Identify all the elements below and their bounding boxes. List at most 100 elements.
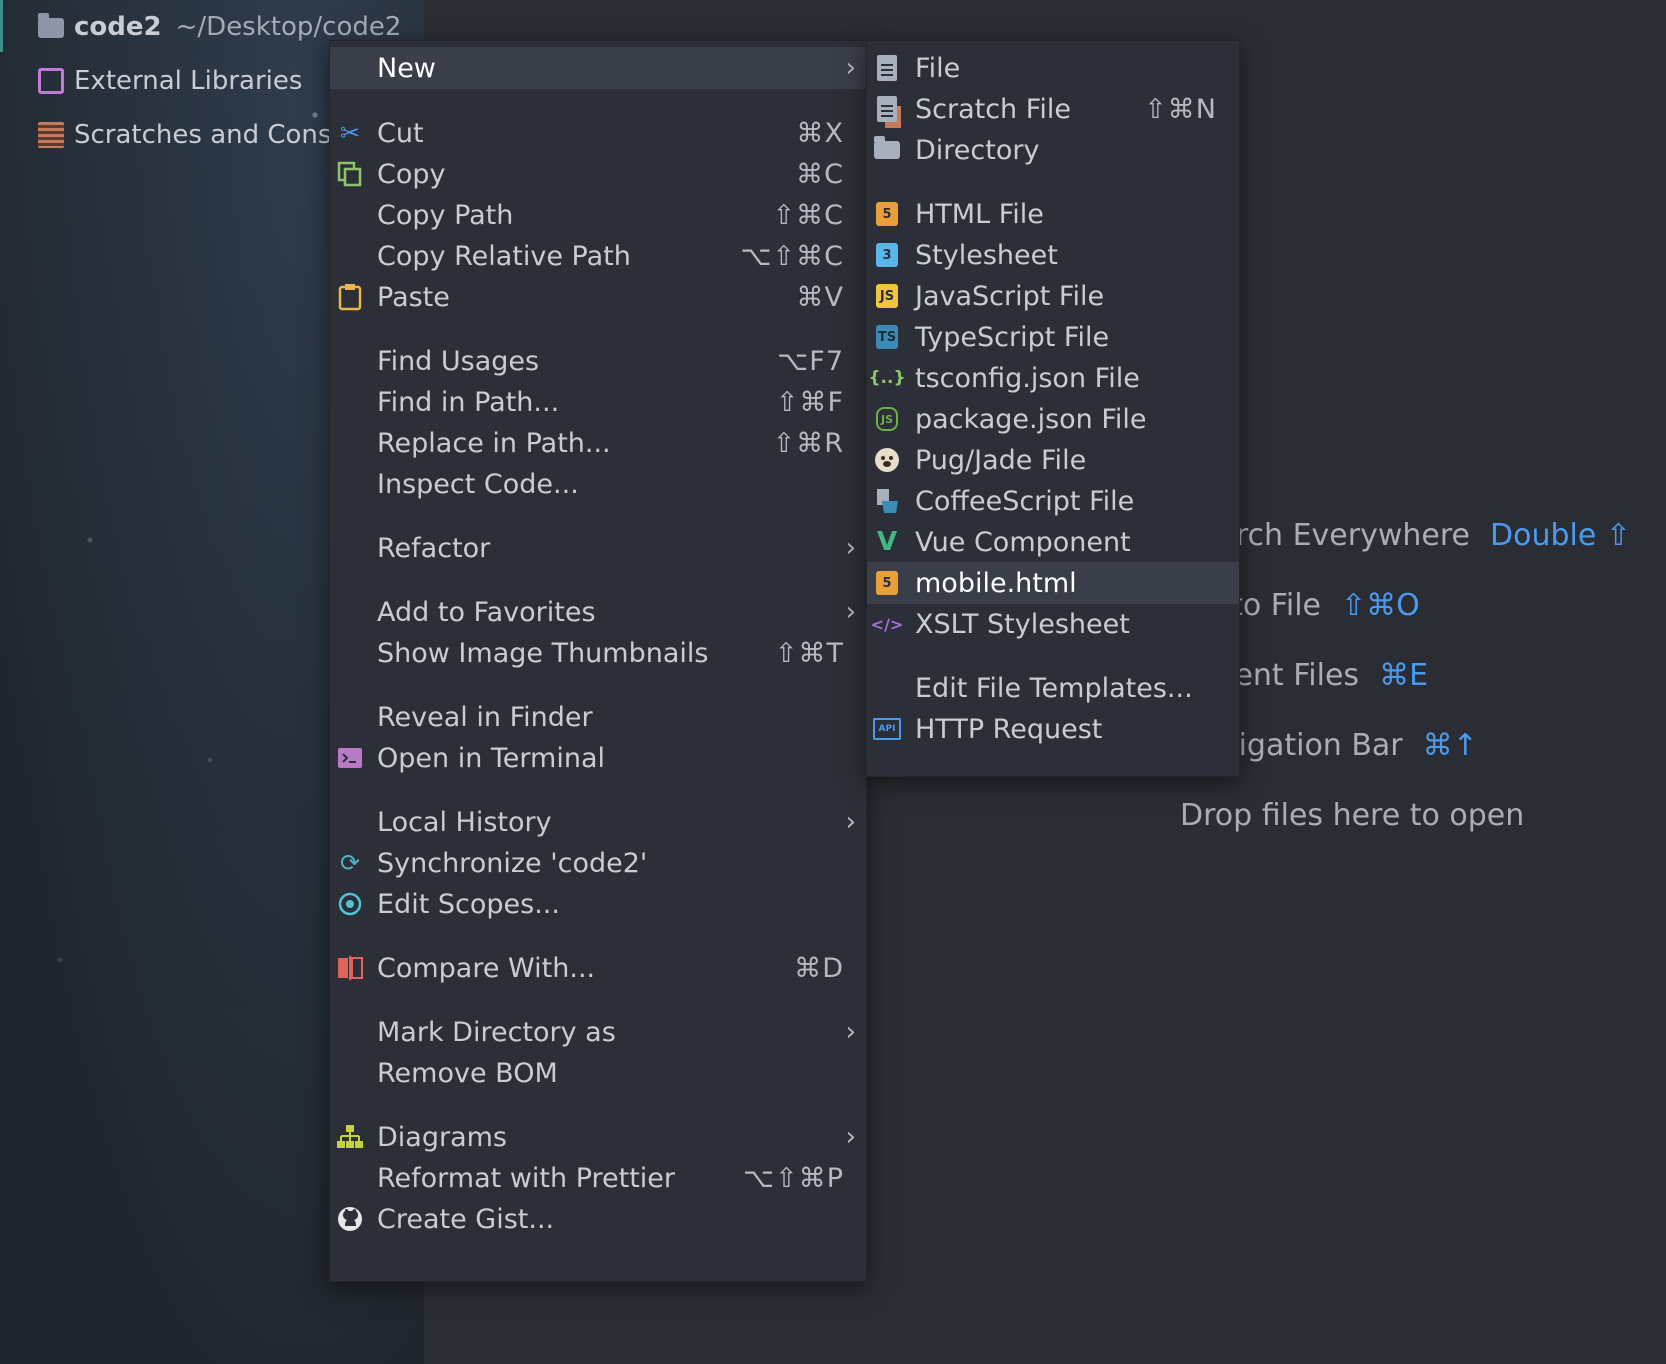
submenu-item-label: File (915, 52, 961, 84)
menu-item-label: Synchronize 'code2' (377, 847, 648, 879)
submenu-item-edit-file-templates[interactable]: Edit File Templates... (867, 667, 1239, 709)
menu-item-new[interactable]: New › (330, 47, 866, 89)
submenu-item-label: Edit File Templates... (915, 672, 1193, 704)
tree-root-code2[interactable]: code2 ~/Desktop/code2 (38, 12, 401, 42)
submenu-item-vue-component[interactable]: V Vue Component (867, 521, 1239, 563)
menu-item-label: Add to Favorites (377, 596, 596, 628)
clipboard-icon (336, 283, 364, 311)
menu-item-find-usages[interactable]: Find Usages ⌥F7 (330, 340, 866, 382)
submenu-item-package-json[interactable]: JS package.json File (867, 398, 1239, 440)
menu-item-find-in-path[interactable]: Find in Path... ⇧⌘F (330, 381, 866, 423)
submenu-arrow-icon: › (845, 53, 856, 83)
menu-item-shortcut: ⌥⇧⌘C (740, 240, 844, 272)
menu-item-refactor[interactable]: Refactor › (330, 527, 866, 569)
hint-key: Double ⇧ (1490, 518, 1631, 553)
submenu-item-javascript-file[interactable]: JS JavaScript File (867, 275, 1239, 317)
menu-item-compare-with[interactable]: Compare With... ⌘D (330, 947, 866, 989)
submenu-arrow-icon: › (845, 597, 856, 627)
menu-item-reformat-prettier[interactable]: Reformat with Prettier ⌥⇧⌘P (330, 1157, 866, 1199)
folder-icon (873, 136, 901, 164)
hint-search-everywhere: Search Everywhere Double ⇧ (1180, 518, 1631, 553)
menu-item-cut[interactable]: ✂ Cut ⌘X (330, 112, 866, 154)
submenu-item-mobile-html[interactable]: 5 mobile.html (867, 562, 1239, 604)
menu-item-open-in-terminal[interactable]: Open in Terminal (330, 737, 866, 779)
menu-item-label: Copy Path (377, 199, 514, 231)
submenu-item-tsconfig[interactable]: {..} tsconfig.json File (867, 357, 1239, 399)
submenu-item-directory[interactable]: Directory (867, 129, 1239, 171)
submenu-item-label: JavaScript File (915, 280, 1105, 312)
menu-item-label: New (377, 52, 436, 84)
menu-item-label: Copy (377, 158, 446, 190)
menu-item-shortcut: ⌘C (796, 158, 844, 190)
scratch-file-icon (873, 95, 901, 123)
menu-item-synchronize[interactable]: ⟳ Synchronize 'code2' (330, 842, 866, 884)
submenu-item-label: Vue Component (915, 526, 1131, 558)
vue-icon: V (876, 527, 898, 557)
library-icon (38, 68, 64, 94)
menu-item-reveal-in-finder[interactable]: Reveal in Finder (330, 696, 866, 738)
folder-icon (38, 13, 64, 38)
submenu-item-typescript-file[interactable]: TS TypeScript File (867, 316, 1239, 358)
menu-item-remove-bom[interactable]: Remove BOM (330, 1052, 866, 1094)
submenu-item-label: Stylesheet (915, 239, 1058, 271)
submenu-item-label: package.json File (915, 403, 1147, 435)
menu-item-show-image-thumbnails[interactable]: Show Image Thumbnails ⇧⌘T (330, 632, 866, 674)
tree-item-external-libraries[interactable]: External Libraries (38, 66, 302, 96)
menu-item-replace-in-path[interactable]: Replace in Path... ⇧⌘R (330, 422, 866, 464)
menu-item-label: Remove BOM (377, 1057, 558, 1089)
hint-key: ⌘↑ (1422, 728, 1478, 763)
submenu-item-shortcut: ⇧⌘N (1144, 93, 1217, 125)
menu-item-paste[interactable]: Paste ⌘V (330, 276, 866, 318)
new-submenu: File Scratch File ⇧⌘N Directory 5 HTML F… (866, 40, 1240, 777)
menu-item-label: Show Image Thumbnails (377, 637, 709, 669)
menu-item-label: Paste (377, 281, 450, 313)
hint-key: ⇧⌘O (1341, 588, 1420, 623)
sync-icon: ⟳ (339, 849, 361, 877)
selection-accent (0, 0, 3, 52)
submenu-item-label: Directory (915, 134, 1040, 166)
github-icon (336, 1205, 364, 1233)
menu-item-diagrams[interactable]: Diagrams › (330, 1116, 866, 1158)
submenu-item-xslt[interactable]: </> XSLT Stylesheet (867, 603, 1239, 645)
menu-item-inspect-code[interactable]: Inspect Code... (330, 463, 866, 505)
nodejs-icon: JS (873, 405, 901, 433)
menu-item-label: Diagrams (377, 1121, 507, 1153)
menu-item-create-gist[interactable]: Create Gist... (330, 1198, 866, 1240)
menu-item-shortcut: ⌥⇧⌘P (742, 1162, 844, 1194)
menu-item-label: Find Usages (377, 345, 540, 377)
menu-item-copy-relative-path[interactable]: Copy Relative Path ⌥⇧⌘C (330, 235, 866, 277)
submenu-item-label: CoffeeScript File (915, 485, 1135, 517)
submenu-item-scratch-file[interactable]: Scratch File ⇧⌘N (867, 88, 1239, 130)
menu-item-copy-path[interactable]: Copy Path ⇧⌘C (330, 194, 866, 236)
menu-item-mark-directory-as[interactable]: Mark Directory as › (330, 1011, 866, 1053)
menu-item-label: Cut (377, 117, 424, 149)
submenu-item-stylesheet[interactable]: 3 Stylesheet (867, 234, 1239, 276)
menu-item-shortcut: ⌘V (796, 281, 844, 313)
menu-item-shortcut: ⌘D (794, 952, 844, 984)
submenu-arrow-icon: › (845, 807, 856, 837)
css3-icon: 3 (873, 241, 901, 269)
submenu-item-file[interactable]: File (867, 47, 1239, 89)
menu-item-label: Open in Terminal (377, 742, 605, 774)
json-braces-icon: {..} (868, 368, 906, 388)
submenu-item-label: mobile.html (915, 567, 1077, 599)
submenu-item-pug-jade[interactable]: Pug/Jade File (867, 439, 1239, 481)
api-icon: API (873, 715, 901, 743)
copy-icon (336, 160, 364, 188)
menu-item-edit-scopes[interactable]: Edit Scopes... (330, 883, 866, 925)
menu-item-local-history[interactable]: Local History › (330, 801, 866, 843)
tree-item-label: External Libraries (74, 66, 303, 96)
menu-item-label: Copy Relative Path (377, 240, 631, 272)
code-tag-icon: </> (870, 614, 904, 634)
menu-item-copy[interactable]: Copy ⌘C (330, 153, 866, 195)
menu-item-label: Replace in Path... (377, 427, 611, 459)
compare-icon (336, 954, 364, 982)
submenu-item-html-file[interactable]: 5 HTML File (867, 193, 1239, 235)
submenu-item-http-request[interactable]: API HTTP Request (867, 708, 1239, 750)
submenu-item-coffeescript[interactable]: CoffeeScript File (867, 480, 1239, 522)
menu-item-label: Local History (377, 806, 552, 838)
menu-item-add-to-favorites[interactable]: Add to Favorites › (330, 591, 866, 633)
menu-item-label: Find in Path... (377, 386, 560, 418)
menu-item-shortcut: ⇧⌘C (772, 199, 844, 231)
menu-item-shortcut: ⌥F7 (777, 345, 844, 377)
